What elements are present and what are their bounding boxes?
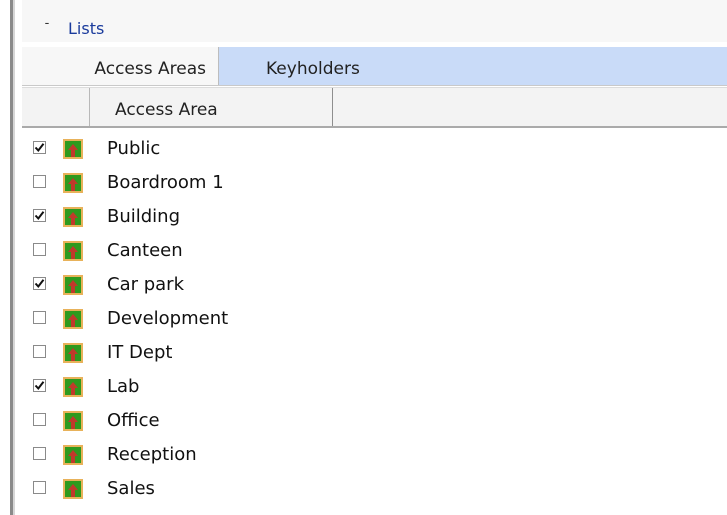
checkmark-icon	[34, 211, 45, 221]
list-item-7[interactable]: Lab	[0, 370, 727, 404]
item-checkbox[interactable]	[33, 209, 46, 222]
access-area-icon	[63, 343, 83, 363]
tab-bar: Access Areas Keyholders	[22, 47, 727, 86]
lists-section-header[interactable]: - Lists	[22, 0, 727, 42]
item-checkbox[interactable]	[33, 345, 46, 358]
list-item-2[interactable]: Building	[0, 200, 727, 234]
list-item-6[interactable]: IT Dept	[0, 336, 727, 370]
list-item-1[interactable]: Boardroom 1	[0, 166, 727, 200]
item-label: Office	[107, 410, 160, 431]
column-header-access-area[interactable]: Access Area	[90, 88, 333, 126]
access-area-icon	[63, 207, 83, 227]
item-label: Sales	[107, 478, 155, 499]
item-checkbox[interactable]	[33, 243, 46, 256]
access-area-icon	[63, 173, 83, 193]
item-checkbox[interactable]	[33, 311, 46, 324]
list-item-0[interactable]: Public	[0, 132, 727, 166]
list-item-9[interactable]: Reception	[0, 438, 727, 472]
item-label: Development	[107, 308, 229, 329]
checkmark-icon	[34, 381, 45, 391]
list-item-10[interactable]: Sales	[0, 472, 727, 506]
item-checkbox[interactable]	[33, 413, 46, 426]
access-area-icon	[63, 377, 83, 397]
item-checkbox[interactable]	[33, 379, 46, 392]
item-label: Canteen	[107, 240, 183, 261]
collapse-toggle-icon[interactable]: -	[40, 17, 54, 31]
access-area-icon	[63, 309, 83, 329]
list-item-3[interactable]: Canteen	[0, 234, 727, 268]
item-label: Boardroom 1	[107, 172, 224, 193]
item-label: Reception	[107, 444, 197, 465]
checkmark-icon	[34, 279, 45, 289]
checkmark-icon	[34, 143, 45, 153]
section-title[interactable]: Lists	[68, 20, 104, 38]
access-area-icon	[63, 411, 83, 431]
item-label: Public	[107, 138, 161, 159]
access-area-icon	[63, 479, 83, 499]
tab-keyholders[interactable]: Keyholders	[219, 47, 727, 85]
access-area-icon	[63, 139, 83, 159]
item-label: IT Dept	[107, 342, 173, 363]
item-label: Car park	[107, 274, 185, 295]
access-area-icon	[63, 241, 83, 261]
access-area-icon	[63, 445, 83, 465]
grid-header: Access Area	[22, 87, 727, 128]
access-area-icon	[63, 275, 83, 295]
list-item-8[interactable]: Office	[0, 404, 727, 438]
item-checkbox[interactable]	[33, 481, 46, 494]
item-checkbox[interactable]	[33, 141, 46, 154]
list-item-4[interactable]: Car park	[0, 268, 727, 302]
item-checkbox[interactable]	[33, 175, 46, 188]
item-label: Lab	[107, 376, 140, 397]
item-checkbox[interactable]	[33, 447, 46, 460]
list-item-5[interactable]: Development	[0, 302, 727, 336]
item-checkbox[interactable]	[33, 277, 46, 290]
tab-access-areas[interactable]: Access Areas	[22, 47, 219, 85]
item-label: Building	[107, 206, 181, 227]
grid-header-corner[interactable]	[22, 88, 90, 126]
